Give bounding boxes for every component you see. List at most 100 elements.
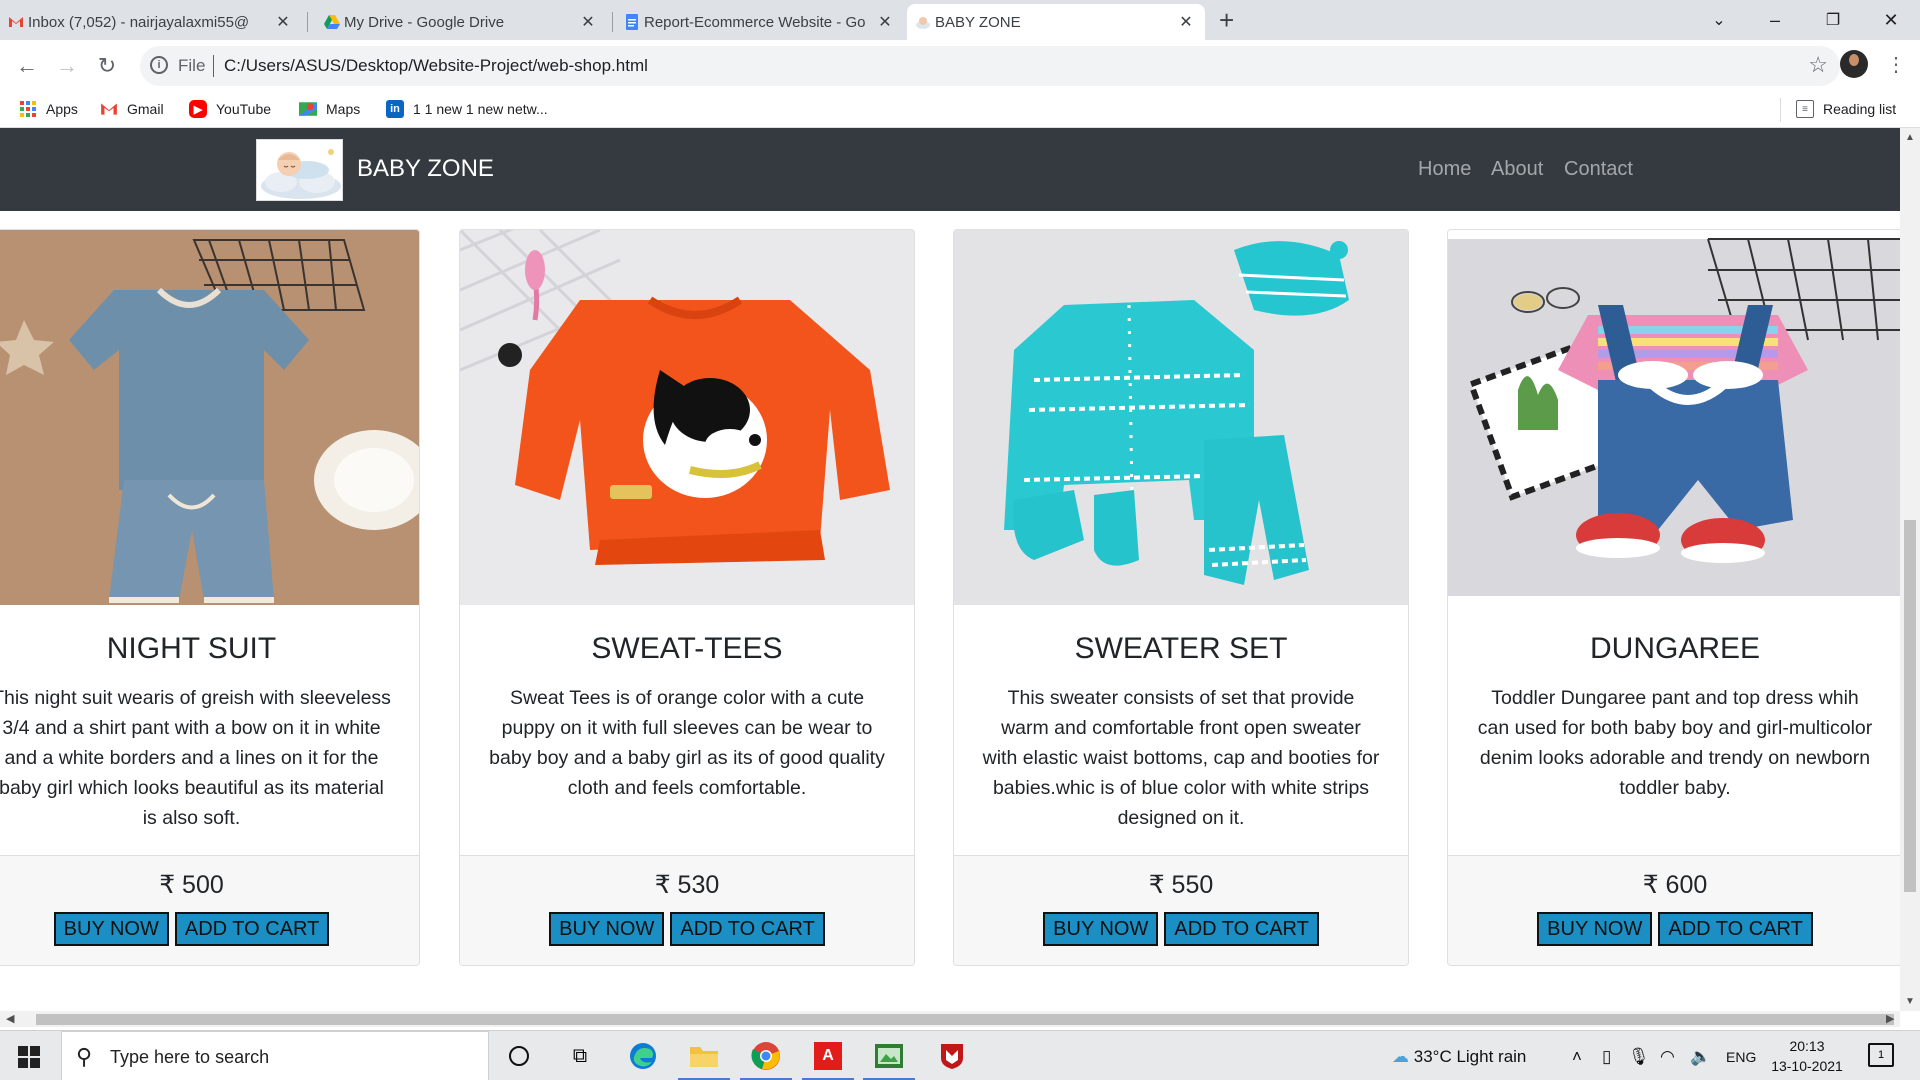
close-window-button[interactable]: ✕ <box>1862 0 1920 40</box>
bookmark-youtube[interactable]: ▶ YouTube <box>189 100 271 118</box>
tab-strip: Inbox (7,052) - nairjayalaxmi55@ ✕ My Dr… <box>0 0 1920 40</box>
close-icon[interactable]: ✕ <box>274 12 292 32</box>
bookmarks-bar: Apps Gmail ▶ YouTube Maps in 1 1 new 1 n… <box>0 92 1920 128</box>
linkedin-icon: in <box>386 100 404 118</box>
bookmark-label: Maps <box>326 101 361 117</box>
reading-list[interactable]: ≡ Reading list <box>1796 100 1896 118</box>
new-tab-button[interactable]: + <box>1219 7 1234 33</box>
scheme-label: File <box>178 56 206 75</box>
scroll-down-arrow-icon[interactable]: ▼ <box>1905 996 1915 1007</box>
divider <box>213 55 214 77</box>
card-footer: ₹ 500 BUY NOW ADD TO CART <box>0 855 419 965</box>
notification-center-icon[interactable]: 1 <box>1868 1043 1894 1067</box>
reload-icon[interactable]: ↻ <box>91 50 123 82</box>
reading-list-label: Reading list <box>1823 101 1897 117</box>
battery-icon[interactable]: ▯ <box>1602 1047 1611 1067</box>
scrollbar-thumb[interactable] <box>1904 520 1916 892</box>
system-clock[interactable]: 20:13 13-10-2021 <box>1770 1036 1844 1076</box>
tab-title: Inbox (7,052) - nairjayalaxmi55@ <box>28 13 250 31</box>
bookmark-star-icon[interactable]: ☆ <box>1808 52 1828 78</box>
horizontal-scrollbar[interactable]: ◀ ▶ <box>0 1011 1900 1027</box>
more-menu-icon[interactable]: ⋮ <box>1886 52 1906 77</box>
mcafee-icon[interactable] <box>922 1031 982 1080</box>
bookmark-linkedin[interactable]: in 1 1 new 1 new netw... <box>386 100 548 118</box>
windows-taskbar: ⚲ Type here to search ⧉ A ☁ 33°C Light r… <box>0 1030 1920 1080</box>
product-description: Sweat Tees is of orange color with a cut… <box>489 687 885 799</box>
tab-search-chevron-icon[interactable]: ⌄ <box>1690 0 1748 40</box>
tab-title: Report-Ecommerce Website - Go <box>644 13 866 31</box>
profile-avatar[interactable] <box>1840 50 1868 78</box>
bookmark-apps[interactable]: Apps <box>19 100 78 118</box>
bookmark-label: Apps <box>46 101 78 117</box>
nav-link-contact[interactable]: Contact <box>1564 158 1633 181</box>
volume-icon[interactable]: 🔈 <box>1690 1047 1711 1067</box>
chevron-up-icon[interactable]: ˄ <box>1572 1047 1582 1067</box>
bookmark-gmail[interactable]: Gmail <box>100 100 164 118</box>
restore-button[interactable]: ❐ <box>1804 0 1862 40</box>
task-view-icon[interactable]: ⧉ <box>550 1031 610 1080</box>
product-title: NIGHT SUIT <box>106 632 277 665</box>
tab-google-docs[interactable]: Report-Ecommerce Website - Go ✕ <box>616 4 904 40</box>
file-explorer-icon[interactable] <box>674 1031 734 1080</box>
buy-now-button[interactable]: BUY NOW <box>1537 912 1653 946</box>
url-text[interactable]: C:/Users/ASUS/Desktop/Website-Project/we… <box>224 56 648 76</box>
product-image-sweater-set <box>954 230 1408 605</box>
baby-zone-logo[interactable] <box>256 139 343 201</box>
vertical-scrollbar[interactable]: ▲ ▼ <box>1900 128 1920 1011</box>
scroll-right-arrow-icon[interactable]: ▶ <box>1886 1012 1894 1025</box>
close-icon[interactable]: ✕ <box>1177 12 1195 32</box>
scroll-left-arrow-icon[interactable]: ◀ <box>6 1012 14 1025</box>
windows-start-icon[interactable] <box>18 1046 40 1068</box>
cortana-icon[interactable] <box>489 1031 549 1080</box>
minimize-button[interactable]: – <box>1746 0 1804 40</box>
acrobat-reader-icon[interactable]: A <box>798 1031 858 1080</box>
chrome-icon[interactable] <box>736 1031 796 1080</box>
product-price: ₹ 500 <box>159 871 224 899</box>
add-to-cart-button[interactable]: ADD TO CART <box>1164 912 1319 946</box>
excel-image-icon[interactable] <box>859 1031 919 1080</box>
bookmark-label: 1 1 new 1 new netw... <box>413 101 548 117</box>
add-to-cart-button[interactable]: ADD TO CART <box>174 912 330 946</box>
tab-gmail[interactable]: Inbox (7,052) - nairjayalaxmi55@ ✕ <box>0 4 302 40</box>
buy-now-button[interactable]: BUY NOW <box>1043 912 1159 946</box>
edge-icon[interactable] <box>613 1031 673 1080</box>
reading-list-icon: ≡ <box>1796 100 1814 118</box>
product-card-dungaree: DUNGAREE Toddler Dungaree pant and top d… <box>1447 229 1900 966</box>
close-icon[interactable]: ✕ <box>579 12 597 32</box>
wifi-icon[interactable]: ◠ <box>1660 1047 1675 1067</box>
add-to-cart-button[interactable]: ADD TO CART <box>1658 912 1813 946</box>
info-icon[interactable]: i <box>150 56 168 74</box>
brand-name[interactable]: BABY ZONE <box>357 155 494 183</box>
gmail-icon <box>9 17 23 27</box>
tab-baby-zone[interactable]: BABY ZONE ✕ <box>907 4 1205 40</box>
scroll-up-arrow-icon[interactable]: ▲ <box>1905 132 1915 143</box>
baby-zone-favicon <box>916 17 930 29</box>
divider <box>1780 98 1781 122</box>
back-arrow-icon[interactable]: ← <box>11 50 43 82</box>
product-price: ₹ 530 <box>654 871 720 899</box>
forward-arrow-icon[interactable]: → <box>51 50 83 82</box>
microphone-icon[interactable]: 🎙 <box>1628 1047 1650 1067</box>
product-image-sweat-tees <box>460 230 914 605</box>
bookmark-maps[interactable]: Maps <box>299 100 360 118</box>
taskbar-search-box[interactable]: ⚲ Type here to search <box>61 1031 489 1080</box>
scrollbar-thumb[interactable] <box>36 1014 1894 1025</box>
tab-google-drive[interactable]: My Drive - Google Drive ✕ <box>316 4 607 40</box>
nav-link-about[interactable]: About <box>1491 158 1543 181</box>
weather-widget[interactable]: ☁ 33°C Light rain <box>1392 1047 1526 1067</box>
product-image-night-suit <box>0 230 419 605</box>
nav-link-home[interactable]: Home <box>1418 158 1471 181</box>
buy-now-button[interactable]: BUY NOW <box>53 912 169 946</box>
close-icon[interactable]: ✕ <box>876 12 894 32</box>
bookmark-label: YouTube <box>216 101 272 117</box>
product-description: Toddler Dungaree pant and top dress whih… <box>1477 687 1873 799</box>
product-description: This sweater consists of set that provid… <box>982 687 1380 829</box>
language-indicator[interactable]: ENG <box>1726 1049 1756 1065</box>
address-bar[interactable]: i File C:/Users/ASUS/Desktop/Website-Pro… <box>140 46 1840 86</box>
product-price: ₹ 600 <box>1642 871 1708 899</box>
product-title: SWEATER SET <box>1074 632 1288 665</box>
page-viewport: BABY ZONE Home About Contact NIGHT SUIT … <box>0 128 1900 1011</box>
bookmark-label: Gmail <box>127 101 164 117</box>
add-to-cart-button[interactable]: ADD TO CART <box>670 912 825 946</box>
buy-now-button[interactable]: BUY NOW <box>549 912 665 946</box>
